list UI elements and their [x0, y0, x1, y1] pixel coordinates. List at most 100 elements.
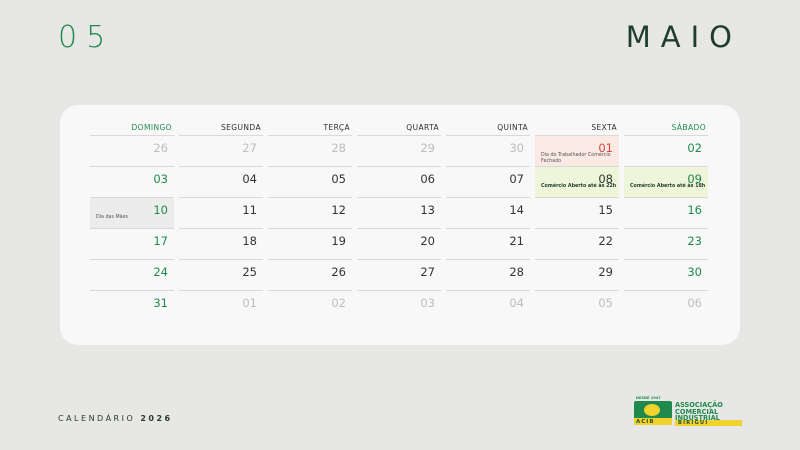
day-number: 17 [153, 234, 168, 248]
day-cell: 27 [357, 259, 441, 290]
logo-text: ASSOCIAÇÃO COMERCIAL INDUSTRIAL [675, 402, 723, 422]
day-number: 24 [153, 265, 168, 279]
day-cell: 06 [357, 166, 441, 197]
day-note: Dia das Mães [96, 215, 129, 220]
day-number: 05 [331, 172, 346, 186]
day-number: 12 [331, 203, 346, 217]
day-cell: 03 [357, 290, 441, 321]
day-number: 04 [509, 296, 524, 310]
day-cell: 04 [179, 166, 263, 197]
day-number: 15 [598, 203, 613, 217]
day-number: 01 [242, 296, 257, 310]
calendar-footer: CALENDÁRIO 2026 [58, 414, 173, 423]
day-note: Comércio Aberto até às 18h [630, 184, 706, 189]
day-cell: 25 [179, 259, 263, 290]
day-note: Comércio Aberto até às 22h [541, 184, 617, 189]
day-cell: 28 [268, 135, 352, 166]
day-cell: 12 [268, 197, 352, 228]
day-cell: 05 [268, 166, 352, 197]
day-cell: 03 [90, 166, 174, 197]
day-number: 18 [242, 234, 257, 248]
day-number: 27 [242, 141, 257, 155]
day-cell: 26 [268, 259, 352, 290]
logo-since: DESDE 1947 [636, 396, 661, 400]
day-cell-special: 10 Dia das Mães [90, 197, 174, 228]
day-number: 02 [331, 296, 346, 310]
day-number: 04 [242, 172, 257, 186]
day-cell: 13 [357, 197, 441, 228]
day-cell: 17 [90, 228, 174, 259]
weekday-header: QUARTA [406, 123, 439, 132]
day-number: 06 [420, 172, 435, 186]
calendar-card: DOMINGO SEGUNDA TERÇA QUARTA QUINTA SEXT… [60, 105, 740, 345]
day-cell: 21 [446, 228, 530, 259]
day-number: 22 [598, 234, 613, 248]
day-cell: 30 [624, 259, 708, 290]
day-number: 21 [509, 234, 524, 248]
day-number: 26 [153, 141, 168, 155]
weekday-header: TERÇA [323, 123, 350, 132]
day-number: 13 [420, 203, 435, 217]
day-number: 26 [331, 265, 346, 279]
day-number: 10 [153, 203, 168, 217]
day-number: 30 [509, 141, 524, 155]
logo-mark-icon: ACIB [634, 401, 672, 425]
day-cell: 24 [90, 259, 174, 290]
day-cell: 02 [624, 135, 708, 166]
day-cell: 06 [624, 290, 708, 321]
day-cell: 26 [90, 135, 174, 166]
day-cell: 07 [446, 166, 530, 197]
day-number: 27 [420, 265, 435, 279]
weekday-header: DOMINGO [131, 123, 172, 132]
day-cell: 31 [90, 290, 174, 321]
day-number: 14 [509, 203, 524, 217]
month-name: MAIO [625, 20, 742, 54]
day-number: 20 [420, 234, 435, 248]
weekday-header: SEGUNDA [221, 123, 261, 132]
day-cell: 23 [624, 228, 708, 259]
day-number: 02 [687, 141, 702, 155]
logo-city: BIRIGUI [675, 420, 742, 426]
footer-label: CALENDÁRIO [58, 414, 136, 423]
day-cell: 29 [357, 135, 441, 166]
day-cell: 04 [446, 290, 530, 321]
day-number: 05 [598, 296, 613, 310]
weekday-header: SÁBADO [671, 123, 706, 132]
day-cell: 14 [446, 197, 530, 228]
day-number: 29 [420, 141, 435, 155]
day-cell: 29 [535, 259, 619, 290]
day-cell-holiday: 01 Dia do Trabalhador Comércio Fechado [535, 135, 619, 166]
day-cell: 11 [179, 197, 263, 228]
day-cell: 20 [357, 228, 441, 259]
acib-logo: ACIB DESDE 1947 ASSOCIAÇÃO COMERCIAL IND… [634, 396, 742, 426]
calendar-grid: DOMINGO SEGUNDA TERÇA QUARTA QUINTA SEXT… [90, 123, 708, 321]
day-cell: 28 [446, 259, 530, 290]
day-cell: 27 [179, 135, 263, 166]
day-number: 03 [153, 172, 168, 186]
day-cell: 15 [535, 197, 619, 228]
day-cell: 18 [179, 228, 263, 259]
day-cell: 01 [179, 290, 263, 321]
day-number: 11 [242, 203, 257, 217]
day-cell: 16 [624, 197, 708, 228]
footer-year: 2026 [140, 414, 173, 423]
day-note: Dia do Trabalhador Comércio Fechado [541, 153, 611, 164]
day-number: 28 [509, 265, 524, 279]
day-number: 25 [242, 265, 257, 279]
day-number: 19 [331, 234, 346, 248]
day-cell: 30 [446, 135, 530, 166]
day-cell: 22 [535, 228, 619, 259]
month-number: 05 [58, 20, 115, 55]
day-number: 16 [687, 203, 702, 217]
day-cell: 05 [535, 290, 619, 321]
weekday-header: QUINTA [497, 123, 528, 132]
day-cell: 19 [268, 228, 352, 259]
day-number: 29 [598, 265, 613, 279]
weekday-header: SEXTA [591, 123, 617, 132]
day-cell-open: 09 Comércio Aberto até às 18h [624, 166, 708, 197]
day-number: 31 [153, 296, 168, 310]
day-cell: 02 [268, 290, 352, 321]
day-number: 06 [687, 296, 702, 310]
day-number: 30 [687, 265, 702, 279]
day-number: 07 [509, 172, 524, 186]
